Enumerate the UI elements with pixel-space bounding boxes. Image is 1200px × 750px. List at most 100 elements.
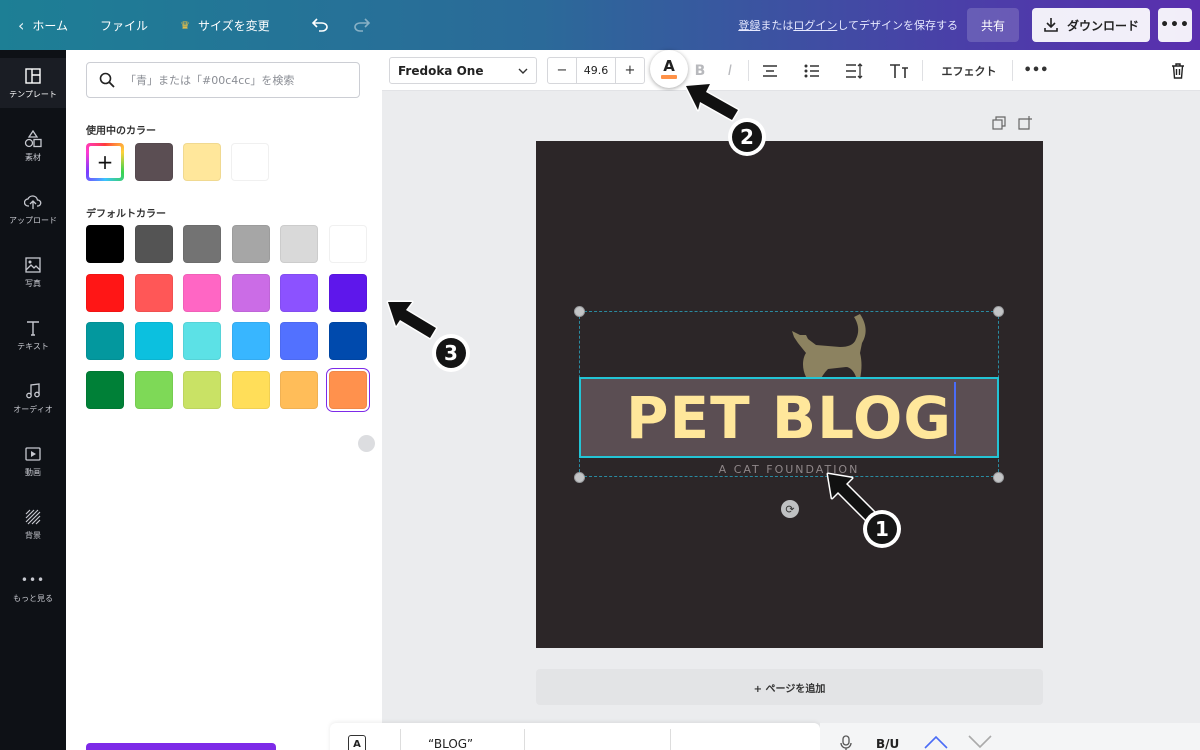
default-color-swatch[interactable] — [183, 273, 221, 312]
toolbar-divider-2 — [922, 60, 923, 81]
scrollbar-thumb[interactable] — [358, 435, 375, 452]
rail-item-background[interactable]: 背景 — [0, 499, 66, 549]
tagline-text[interactable]: A CAT FOUNDATION — [579, 463, 999, 476]
rail-item-audio[interactable]: オーディオ — [0, 373, 66, 423]
delete-button[interactable] — [1168, 57, 1188, 84]
add-color-button[interactable]: + — [86, 143, 124, 181]
default-color-swatch[interactable] — [231, 322, 270, 360]
default-color-swatch[interactable] — [134, 370, 173, 409]
default-color-swatch[interactable] — [86, 370, 124, 409]
in-use-swatch[interactable] — [231, 143, 269, 181]
download-button[interactable]: ダウンロード — [1032, 8, 1150, 42]
color-panel: 使用中のカラー + デフォルトカラー — [66, 50, 382, 750]
default-color-swatch[interactable] — [134, 273, 173, 312]
color-search[interactable] — [86, 62, 360, 98]
color-search-input[interactable] — [125, 73, 345, 87]
top-bar: ‹ ホーム ファイル ♛ サイズを変更 登録またはログインしてデザインを保存する… — [0, 0, 1200, 50]
annotation-label-3: 3 — [436, 338, 466, 368]
microphone-icon[interactable] — [840, 735, 852, 750]
in-use-swatch[interactable] — [135, 143, 173, 181]
default-color-swatch[interactable] — [328, 322, 367, 360]
default-color-swatch[interactable] — [134, 322, 173, 360]
font-size-decrease-button[interactable]: − — [548, 58, 576, 83]
rail-item-templates[interactable]: テンプレート — [0, 58, 66, 108]
default-color-swatch[interactable] — [231, 370, 270, 409]
chevron-down-icon[interactable] — [968, 735, 992, 749]
resize-handle-top-right[interactable] — [993, 306, 1004, 317]
rail-label-templates: テンプレート — [9, 89, 57, 99]
text-transform-button[interactable] — [888, 57, 910, 84]
search-icon — [99, 72, 115, 88]
default-color-swatch[interactable] — [280, 273, 318, 312]
chevron-down-icon — [518, 68, 528, 74]
font-size-value[interactable]: 49.6 — [576, 58, 616, 83]
default-color-swatch[interactable] — [328, 225, 367, 263]
default-color-swatch[interactable] — [183, 370, 221, 409]
toolbar-more-button[interactable]: ••• — [1024, 57, 1049, 84]
rail-label-upload: アップロード — [9, 215, 57, 225]
effects-button[interactable]: エフェクト — [938, 57, 1000, 84]
align-button[interactable] — [760, 57, 780, 84]
rail-item-text[interactable]: テキスト — [0, 310, 66, 360]
rail-label-elements: 素材 — [25, 152, 41, 162]
rotate-handle[interactable]: ⟳ — [781, 500, 799, 518]
spacing-button[interactable] — [844, 57, 864, 84]
editor-toolbar: Fredoka One − 49.6 + A B I エフェクト ••• — [382, 50, 1200, 91]
share-button[interactable]: 共有 — [967, 8, 1019, 42]
default-color-swatch[interactable] — [183, 322, 221, 360]
headline-text-box[interactable]: PET BLOG — [579, 377, 999, 458]
bottom-divider — [400, 729, 401, 750]
rail-item-photos[interactable]: 写真 — [0, 247, 66, 297]
panel-bottom-button[interactable] — [86, 743, 276, 750]
headline-text[interactable]: PET BLOG — [626, 389, 952, 447]
add-page-button[interactable]: + ページを追加 — [536, 669, 1043, 705]
photo-icon — [24, 256, 42, 274]
upload-icon — [24, 193, 42, 211]
font-size-stepper: − 49.6 + — [547, 57, 645, 84]
chevron-up-icon[interactable] — [924, 735, 948, 749]
undo-button[interactable] — [308, 13, 332, 37]
align-center-icon — [763, 64, 777, 77]
default-color-swatch[interactable] — [328, 273, 367, 312]
chevron-left-icon: ‹ — [18, 15, 25, 35]
rail-item-video[interactable]: 動画 — [0, 436, 66, 486]
resize-button[interactable]: ♛ サイズを変更 — [164, 17, 286, 34]
default-color-swatch[interactable] — [328, 370, 367, 409]
default-color-swatch[interactable] — [231, 225, 270, 263]
bottom-bar-right: B/U — [820, 723, 1200, 750]
add-page-icon[interactable] — [1018, 116, 1032, 130]
rail-label-photos: 写真 — [25, 278, 41, 288]
rail-item-more[interactable]: ••• もっと見る — [0, 562, 66, 612]
file-menu[interactable]: ファイル — [84, 17, 164, 34]
default-color-swatch[interactable] — [86, 225, 124, 263]
text-box-icon[interactable]: A — [348, 735, 366, 750]
default-color-swatch[interactable] — [231, 273, 270, 312]
save-suffix-text: してデザインを保存する — [837, 19, 958, 32]
home-label: ホーム — [32, 18, 69, 33]
default-color-swatch[interactable] — [280, 370, 318, 409]
home-button[interactable]: ‹ ホーム — [0, 16, 84, 35]
list-button[interactable] — [802, 57, 822, 84]
default-color-swatch[interactable] — [280, 322, 318, 360]
rail-label-text: テキスト — [17, 341, 49, 351]
register-link[interactable]: 登録 — [738, 19, 760, 32]
more-options-button[interactable]: ••• — [1158, 8, 1192, 42]
duplicate-page-icon[interactable] — [992, 116, 1006, 130]
default-color-swatch[interactable] — [86, 273, 124, 312]
resize-handle-top-left[interactable] — [574, 306, 585, 317]
default-color-swatch[interactable] — [134, 225, 173, 263]
redo-button[interactable] — [350, 13, 374, 37]
default-color-swatch[interactable] — [280, 225, 318, 263]
font-family-dropdown[interactable]: Fredoka One — [389, 57, 537, 84]
rail-item-elements[interactable]: 素材 — [0, 121, 66, 171]
background-icon — [24, 508, 42, 526]
default-color-swatch[interactable] — [86, 322, 124, 360]
rail-item-upload[interactable]: アップロード — [0, 184, 66, 234]
annotation-arrow-2 — [684, 82, 740, 122]
login-link[interactable]: ログイン — [793, 19, 837, 32]
font-size-increase-button[interactable]: + — [616, 58, 644, 83]
default-color-swatch[interactable] — [183, 225, 221, 263]
toolbar-divider — [748, 60, 749, 81]
bold-underline-button[interactable]: B/U — [876, 737, 899, 750]
in-use-swatch[interactable] — [183, 143, 221, 181]
